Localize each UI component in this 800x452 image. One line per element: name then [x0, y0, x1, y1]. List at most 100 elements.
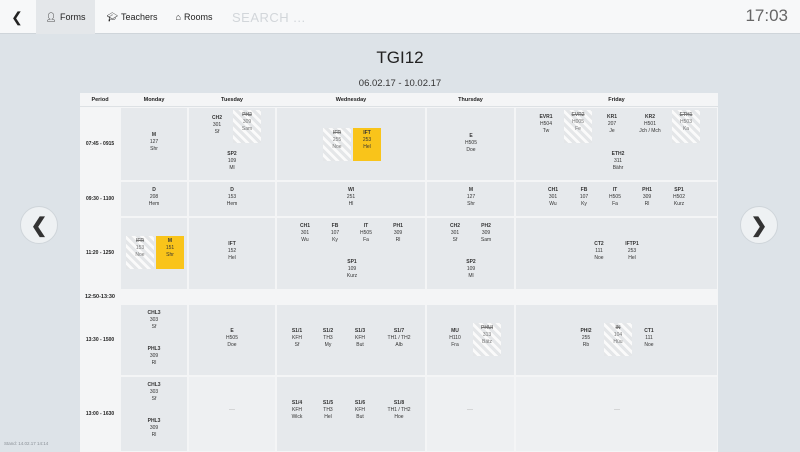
lesson-block[interactable]: CT2 111 Noe	[585, 239, 613, 263]
back-button[interactable]: ❮	[0, 0, 34, 34]
tab-forms[interactable]: 👤︎ Forms	[36, 0, 95, 34]
lesson-block[interactable]: SP1 109 Kurz	[338, 257, 366, 281]
lesson-block[interactable]: IFT 152 Hel	[218, 239, 246, 263]
lesson-subject: PHUI	[481, 325, 493, 331]
lesson-teacher: Wu	[549, 200, 557, 207]
lesson-block[interactable]: CHL3 303 Sf	[140, 308, 168, 332]
lesson-block[interactable]: WI 251 Hl	[337, 185, 365, 209]
lesson-block[interactable]: S1/1 KFH Sf	[283, 326, 311, 350]
tab-rooms[interactable]: ⌂ Rooms	[168, 0, 220, 34]
timetable-cell[interactable]	[426, 304, 515, 376]
lesson-block[interactable]: S1/8 TH1 / TH2 Hoe	[385, 398, 413, 422]
lesson-block[interactable]: ETH2 311 Bähr	[604, 149, 632, 173]
lesson-room: 104	[613, 331, 623, 338]
lesson-block[interactable]: PHL3 309 Rl	[140, 344, 168, 368]
lesson-subject: CHL3	[147, 382, 161, 388]
next-week-button[interactable]: ❯	[740, 206, 778, 244]
lesson-subject: IN	[615, 325, 621, 331]
lesson-block[interactable]: MU H110 Fra	[441, 326, 469, 350]
lesson-block[interactable]: ETH1 H503 Ka	[672, 110, 700, 143]
lesson-block[interactable]: S1/7 TH1 / TH2 Alb	[385, 326, 413, 350]
lesson-block[interactable]: KR2 H501 Jch / Mch	[636, 112, 664, 136]
lesson-block[interactable]: IFR 255 Noe	[323, 128, 351, 161]
lesson-block[interactable]: IFTP1 253 Hel	[618, 239, 646, 263]
lesson-room: KFH	[355, 334, 365, 341]
tab-teachers[interactable]: 🎓︎ Teachers	[100, 0, 164, 34]
lesson-room: 253	[362, 136, 372, 143]
lesson-teacher: Sf	[151, 323, 157, 330]
lesson-block[interactable]: PH1 309 Rl	[384, 221, 412, 245]
column-header-thursday: Thursday	[426, 93, 515, 107]
lesson-teacher: Rl	[151, 431, 157, 438]
lesson-block[interactable]: PH2 309 Sam	[472, 221, 500, 245]
lesson-block[interactable]: D 153 Hem	[218, 185, 246, 209]
lesson-subject: WI	[347, 187, 355, 193]
lesson-block[interactable]: M 151 Shr	[156, 236, 184, 269]
lesson-block[interactable]: PHUI 313 Bätz	[473, 323, 501, 356]
lesson-room: 151	[165, 244, 175, 251]
timetable-cell[interactable]	[276, 107, 426, 181]
lesson-block[interactable]: PH2 309 Sam	[233, 110, 261, 143]
lesson-subject: CH2	[211, 115, 222, 121]
lesson-block[interactable]: S1/4 KFH Wick	[283, 398, 311, 422]
lesson-block[interactable]: S1/6 KFH But	[346, 398, 374, 422]
lesson-block[interactable]: PH1 309 Rl	[633, 185, 661, 209]
lesson-teacher: Sf	[214, 128, 220, 135]
lesson-room: 152	[227, 247, 237, 254]
lesson-block[interactable]: IN 104 Hüu	[604, 323, 632, 356]
lesson-block[interactable]: CHL3 303 Sf	[140, 380, 168, 404]
lesson-subject: PH2	[481, 223, 491, 229]
lesson-block[interactable]: PHL3 309 Rl	[140, 416, 168, 440]
period-label: 11:20 - 1250	[80, 217, 120, 290]
lesson-block[interactable]: SP1 H502 Kurz	[665, 185, 693, 209]
lesson-room: KFH	[292, 406, 302, 413]
lesson-block[interactable]: SP2 109 Ml	[457, 257, 485, 281]
lesson-block[interactable]: CT1 111 Noe	[635, 326, 663, 350]
lesson-block[interactable]: M 127 Shr	[140, 130, 168, 154]
timetable-cell-empty[interactable]	[426, 376, 515, 452]
lesson-room: 109	[347, 265, 357, 272]
previous-week-button[interactable]: ❮	[20, 206, 58, 244]
lesson-block[interactable]: IFT 253 Hel	[353, 128, 381, 161]
period-label: 13:30 - 1500	[80, 304, 120, 376]
timetable-cell-empty[interactable]	[515, 376, 718, 452]
last-updated-stamp: Stand: 14.02.17 14:14	[4, 441, 49, 446]
lesson-room: H503	[680, 118, 692, 125]
lesson-block[interactable]: CH1 301 Wu	[539, 185, 567, 209]
lesson-block[interactable]: KR1 207 Je	[598, 112, 626, 136]
lesson-block[interactable]: S1/3 KFH But	[346, 326, 374, 350]
lesson-room: H005	[572, 118, 584, 125]
lesson-teacher: Ml	[468, 272, 474, 279]
lesson-block[interactable]: S1/5 TH3 Hel	[314, 398, 342, 422]
lesson-block[interactable]: SP2 109 Ml	[218, 149, 246, 173]
lesson-block[interactable]: FB 107 Ky	[570, 185, 598, 209]
lesson-block[interactable]: S1/2 TH3 My	[314, 326, 342, 350]
lesson-teacher: Ky	[581, 200, 587, 207]
lesson-block[interactable]: IT H505 Fa	[601, 185, 629, 209]
lesson-block[interactable]: IFR 153 Noe	[126, 236, 154, 269]
lesson-block[interactable]: PHI2 255 Rb	[572, 326, 600, 350]
lesson-block[interactable]: E H505 Doe	[457, 131, 485, 155]
timetable-cell-empty[interactable]	[188, 376, 276, 452]
lesson-room: H502	[673, 193, 685, 200]
lesson-block[interactable]: EVR1 H504 Tw	[532, 112, 560, 136]
lesson-block[interactable]: FB 107 Ky	[321, 221, 349, 245]
lesson-block[interactable]: E H505 Doe	[218, 326, 246, 350]
lesson-block[interactable]: CH2 301 Sf	[441, 221, 469, 245]
top-nav-bar: ❮ 👤︎ Forms 🎓︎ Teachers ⌂ Rooms 17:03	[0, 0, 800, 34]
lesson-room: 109	[466, 265, 476, 272]
lesson-subject: ETH2	[611, 151, 625, 157]
chevron-left-icon: ❮	[11, 8, 23, 25]
lesson-block[interactable]: IT H505 Fa	[352, 221, 380, 245]
lesson-subject: S1/1	[291, 328, 303, 334]
lesson-block[interactable]: M 127 Shr	[457, 185, 485, 209]
search-input[interactable]	[232, 6, 432, 28]
timetable-cell[interactable]	[515, 217, 718, 290]
lesson-room: 111	[645, 334, 653, 341]
lesson-block[interactable]: CH2 301 Sf	[203, 113, 231, 137]
lesson-block[interactable]: EVR2 H005 Fe	[564, 110, 592, 143]
lesson-block[interactable]: D 208 Hem	[140, 185, 168, 209]
lesson-block[interactable]: CH1 301 Wu	[291, 221, 319, 245]
lesson-subject: IFR	[135, 238, 145, 244]
lesson-teacher: Kurz	[673, 200, 685, 207]
